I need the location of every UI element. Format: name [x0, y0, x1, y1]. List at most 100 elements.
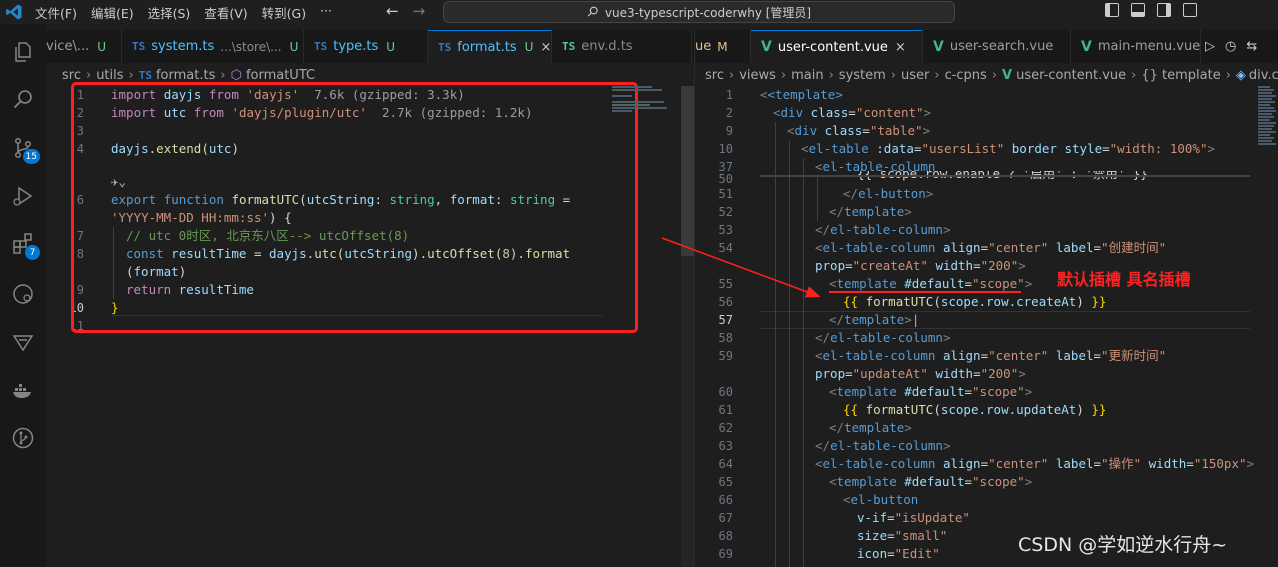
menu-file[interactable]: 文件(F)	[28, 3, 84, 22]
sticky-scroll-border	[760, 175, 1250, 177]
history-nav: ← →	[386, 2, 425, 20]
git-graph-icon[interactable]	[9, 424, 37, 452]
scm-badge: 15	[22, 149, 40, 164]
line-number: 65	[718, 475, 733, 489]
tab-description: ...\store\...	[220, 39, 282, 54]
source-control-icon[interactable]: 15	[9, 134, 40, 164]
tab-type-ts[interactable]: TS type.ts U	[304, 30, 428, 63]
breadcrumb-item[interactable]: format.ts	[156, 68, 215, 83]
breadcrumb-item[interactable]: main	[791, 68, 823, 83]
symbol-function-icon: ⬡	[230, 67, 242, 83]
code-line: {{ formatUTC(scope.row.updateAt) }}	[843, 402, 1107, 417]
menu-selection[interactable]: 选择(S)	[141, 3, 198, 22]
line-number: 69	[718, 547, 733, 561]
tab-system-ts[interactable]: TS system.ts ...\store\... U	[122, 30, 304, 63]
breadcrumb-item[interactable]: div.content	[1249, 68, 1278, 83]
vue-file-icon: V	[761, 39, 772, 55]
run-debug-icon[interactable]	[9, 182, 37, 210]
compare-icon[interactable]: ⇆	[1246, 39, 1257, 54]
code-line: <div class="table">	[787, 123, 931, 138]
tab-main-menu-vue[interactable]: V main-menu.vue	[1071, 30, 1201, 63]
line-number: 50	[718, 174, 733, 184]
close-icon[interactable]: ×	[895, 40, 906, 55]
code-line: prop="updateAt" width="200">	[815, 366, 1026, 381]
tab-user-search-vue[interactable]: V user-search.vue	[923, 30, 1071, 63]
line-number: 53	[718, 223, 733, 237]
customize-layout-icon[interactable]	[1183, 3, 1197, 17]
line-number: 58	[718, 331, 733, 345]
code-line: <<template>	[760, 87, 843, 102]
breadcrumb-item[interactable]: user	[901, 68, 929, 83]
typescript-file-icon: TS	[138, 68, 152, 82]
editor-actions: ▷ ◷ ⇆	[1201, 30, 1278, 63]
tab-label: vice\...	[46, 39, 90, 54]
breadcrumb-item[interactable]: user-content.vue	[1016, 68, 1126, 83]
indent-guide	[803, 158, 804, 567]
line-number: 1	[725, 88, 733, 102]
tab-status: U	[524, 40, 534, 54]
tab-label: user-content.vue	[777, 39, 888, 55]
back-arrow-icon[interactable]: ←	[386, 2, 399, 20]
tab-format-ts[interactable]: TS format.ts U ×	[428, 30, 552, 63]
code-line: v-if="isUpdate"	[857, 510, 970, 525]
tab-user-content-vue[interactable]: V user-content.vue ×	[751, 30, 923, 63]
toggle-secondary-sidebar-icon[interactable]	[1157, 3, 1171, 17]
code-line: <template #default="scope">	[829, 474, 1033, 489]
timeline-icon[interactable]: ◷	[1225, 39, 1236, 54]
menu-more[interactable]: ···	[313, 3, 339, 22]
vue-file-icon: V	[933, 38, 944, 55]
left-scrollbar[interactable]	[681, 86, 695, 567]
extensions-icon[interactable]: 7	[9, 230, 40, 260]
tab-previous[interactable]: ue M	[695, 30, 751, 63]
right-minimap	[1258, 86, 1278, 146]
breadcrumb-item[interactable]: c-cpns	[945, 68, 987, 83]
breadcrumb-item[interactable]: utils	[96, 68, 123, 83]
breadcrumb-item[interactable]: formatUTC	[246, 68, 315, 83]
line-number: 63	[718, 439, 733, 453]
tab-status: M	[717, 39, 728, 54]
menu-view[interactable]: 查看(V)	[197, 3, 254, 22]
right-code-editor[interactable]: 1 2 9 10 37 50 51 52 53 54 55 56 57 58 5…	[695, 86, 1255, 567]
code-line: </template>|	[829, 312, 920, 327]
tab-env-d-ts[interactable]: TS env.d.ts	[552, 30, 692, 63]
code-line: </el-table-column>	[815, 330, 951, 345]
tab-label: system.ts	[151, 39, 215, 54]
search-icon[interactable]	[9, 86, 37, 114]
forward-arrow-icon[interactable]: →	[413, 2, 426, 20]
toggle-panel-icon[interactable]	[1131, 3, 1145, 17]
typescript-file-icon: TS	[132, 40, 146, 53]
tab-status: U	[97, 39, 107, 54]
extensions-badge: 7	[25, 245, 40, 260]
line-number: 62	[718, 421, 733, 435]
code-line: </el-button>	[843, 186, 934, 201]
line-number: 67	[718, 511, 733, 525]
files-icon[interactable]	[9, 38, 37, 66]
line-number: 9	[725, 124, 733, 138]
element-icon: ◈	[1235, 67, 1246, 83]
indent-guide	[817, 176, 818, 221]
docker-icon[interactable]	[9, 376, 37, 404]
code-line: {{ scope.row.enable ? '启用' : '禁用' }}	[857, 171, 1148, 183]
close-icon[interactable]: ×	[540, 40, 551, 55]
title-bar: 文件(F) 编辑(E) 选择(S) 查看(V) 转到(G) ··· ← → vu…	[0, 0, 1278, 24]
breadcrumb-item[interactable]: src	[62, 68, 81, 83]
layout-controls	[1105, 3, 1197, 17]
menu-edit[interactable]: 编辑(E)	[84, 3, 141, 22]
remote-explorer-icon[interactable]	[9, 280, 37, 308]
code-line: </template>	[829, 204, 912, 219]
breadcrumb-item[interactable]: views	[739, 68, 776, 83]
code-line: <el-table-column align="center" label="更…	[815, 348, 1167, 363]
breadcrumb-item[interactable]: {} template	[1141, 68, 1220, 83]
tab-status: U	[289, 39, 299, 54]
line-number: 57	[718, 313, 733, 327]
run-icon[interactable]: ▷	[1205, 39, 1215, 54]
gitlens-icon[interactable]	[9, 328, 37, 356]
breadcrumb-item[interactable]: src	[705, 68, 724, 83]
breadcrumb-item[interactable]: system	[839, 68, 886, 83]
command-center[interactable]: vue3-typescript-coderwhy [管理员]	[443, 1, 955, 23]
tab-label: main-menu.vue	[1097, 39, 1201, 54]
menu-go[interactable]: 转到(G)	[255, 3, 313, 22]
toggle-sidebar-icon[interactable]	[1105, 3, 1119, 17]
tab-label: user-search.vue	[949, 39, 1054, 54]
tab-service[interactable]: vice\... U	[46, 30, 122, 63]
